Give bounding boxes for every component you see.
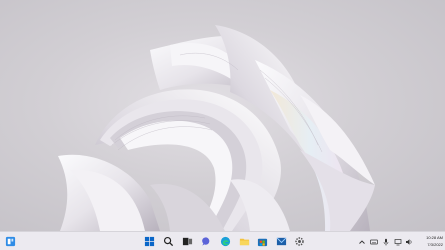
start-icon[interactable] [143,235,156,248]
clock-date: 7/3/2022 [427,242,443,247]
task-view-icon[interactable] [181,235,194,248]
settings-icon[interactable] [293,235,306,248]
widgets-chat-icon[interactable] [200,235,213,248]
mail-icon[interactable] [275,235,288,248]
network-icon[interactable] [393,237,402,246]
system-clock[interactable]: 10:28 AM 7/3/2022 [417,234,443,250]
file-explorer-icon[interactable] [238,235,251,248]
volume-icon[interactable] [404,237,413,246]
desktop-wallpaper [0,0,445,231]
store-icon[interactable] [256,235,269,248]
taskbar: 10:28 AM 7/3/2022 [0,231,445,250]
edge-icon[interactable] [219,235,232,248]
search-icon[interactable] [162,235,175,248]
microphone-icon[interactable] [381,237,390,246]
widgets-icon[interactable] [4,235,17,248]
keyboard-icon[interactable] [369,237,378,246]
bloom-wallpaper-art [58,25,375,231]
chevron-up-icon[interactable] [357,237,366,246]
clock-time: 10:28 AM [426,235,443,240]
